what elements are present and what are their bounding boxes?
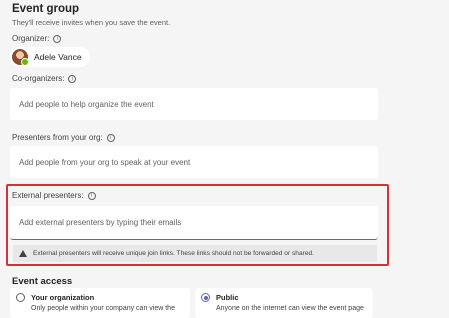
external-presenters-input[interactable] [19,218,378,227]
external-presenters-label: External presenters: [12,191,84,200]
presenters-org-field[interactable] [10,146,378,178]
organizer-chip[interactable]: Adele Vance [10,47,90,67]
co-organizers-label: Co-organizers: [12,74,65,83]
co-organizers-field[interactable] [10,88,378,120]
organizer-label: Organizer: [12,34,50,43]
radio-public[interactable] [201,293,210,302]
option-description: Anyone on the internet can view the even… [216,305,364,312]
avatar [12,49,29,66]
event-access-title: Event access [12,276,73,287]
option-title: Public [216,293,239,302]
option-description: Only people within your company can view… [31,305,175,312]
presence-available-icon [21,58,29,66]
co-organizers-input[interactable] [19,99,378,109]
info-icon[interactable]: i [68,74,77,83]
external-presenters-label-row: External presenters: i [12,191,96,200]
info-icon[interactable]: i [53,34,62,43]
option-title: Your organization [31,293,95,302]
warning-text: External presenters will receive unique … [33,250,314,257]
event-group-subtitle: They'll receive invites when you save th… [12,18,171,27]
co-organizers-label-row: Co-organizers: i [12,74,77,83]
presenters-org-input[interactable] [19,157,378,167]
warning-icon [19,250,27,257]
presenters-org-label-row: Presenters from your org: i [12,133,115,142]
external-presenters-field[interactable] [10,206,378,240]
presenters-org-label: Presenters from your org: [12,133,103,142]
info-icon[interactable]: i [87,191,96,200]
info-icon[interactable]: i [106,133,115,142]
radio-your-organization[interactable] [16,293,25,302]
organizer-name: Adele Vance [34,52,82,62]
external-presenters-warning: External presenters will receive unique … [13,245,377,262]
event-group-title: Event group [12,3,80,15]
organizer-label-row: Organizer: i [12,34,62,43]
